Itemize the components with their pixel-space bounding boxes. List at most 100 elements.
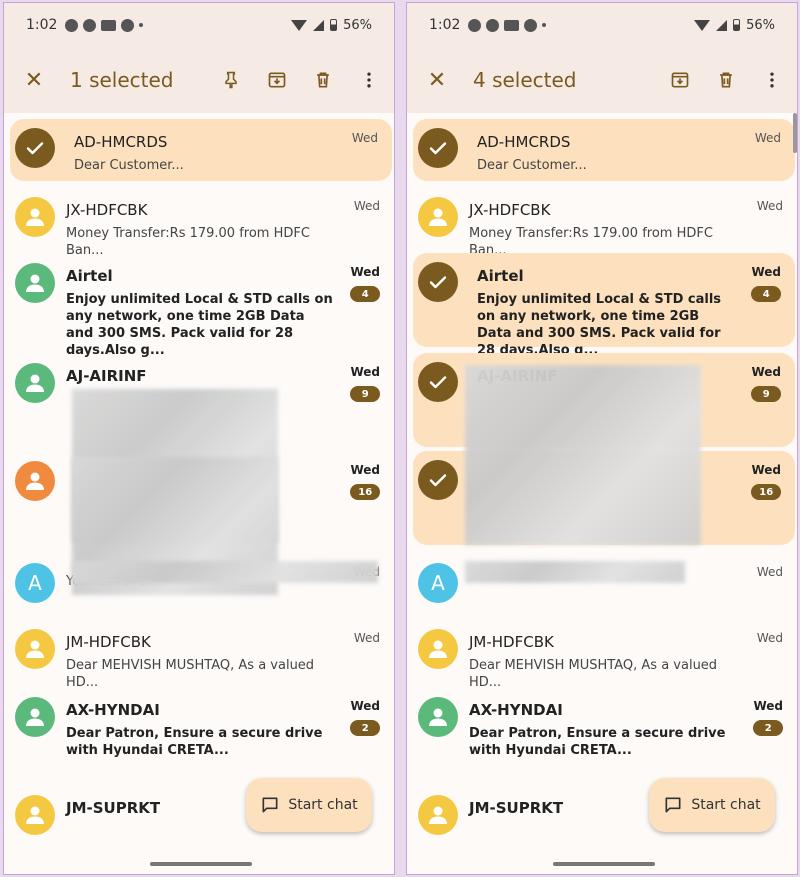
- conversation-row[interactable]: AX-HYNDAI Dear Patron, Ensure a secure dr…: [4, 687, 394, 781]
- message-date: Wed: [351, 131, 378, 145]
- conversation-row[interactable]: JX-HDFCBK Money Transfer:Rs 179.00 from H…: [4, 187, 394, 258]
- message-preview: Dear Customer...: [477, 158, 587, 173]
- contact-avatar-icon[interactable]: [418, 795, 458, 835]
- conversation-meta: Wed 9: [350, 365, 380, 402]
- start-chat-label: Start chat: [691, 797, 761, 813]
- conversation-content: JM-HDFCBK Dear MEHVISH MUSHTAQ, As a valu…: [66, 619, 394, 690]
- youtube-icon: [524, 18, 538, 32]
- contact-avatar-icon[interactable]: [15, 629, 55, 669]
- delete-icon[interactable]: [715, 69, 737, 91]
- conversation-meta: Wed 4: [350, 265, 380, 302]
- conversation-content: AX-HYNDAI Dear Patron, Ensure a secure dr…: [469, 687, 797, 781]
- gesture-navigation-bar[interactable]: [553, 862, 655, 866]
- sender-name: JX-HDFCBK: [469, 201, 551, 219]
- conversation-content: JX-HDFCBK Money Transfer:Rs 179.00 from H…: [66, 187, 394, 258]
- scrollbar[interactable]: [793, 113, 797, 153]
- unread-count-badge: 9: [751, 386, 781, 402]
- unread-count-badge: 2: [753, 720, 783, 736]
- archive-icon[interactable]: [266, 69, 288, 91]
- pin-icon[interactable]: [220, 69, 242, 91]
- conversation-meta: Wed: [354, 199, 380, 213]
- contact-avatar[interactable]: A: [418, 563, 458, 603]
- message-preview: Enjoy unlimited Local & STD calls on any…: [66, 292, 333, 358]
- conversation-meta: Wed 9: [751, 365, 781, 402]
- gesture-navigation-bar[interactable]: [150, 862, 252, 866]
- battery-icon: [330, 19, 338, 31]
- conversation-meta: Wed: [755, 131, 781, 145]
- paytm-icon: [101, 19, 117, 31]
- message-date: Wed: [751, 463, 781, 477]
- selection-app-bar: ✕ 4 selected: [407, 47, 797, 113]
- sender-name: AX-HYNDAI: [66, 701, 160, 719]
- message-preview: Enjoy unlimited Local & STD calls on any…: [477, 292, 722, 358]
- right-phone-screen: 1:02 56% ✕ 4 selected AD-HMCRDS Dear Cus…: [406, 2, 798, 875]
- conversation-row[interactable]: AX-HYNDAI Dear Patron, Ensure a secure dr…: [407, 687, 797, 781]
- telegram-icon: [83, 18, 97, 32]
- battery-percent: 56%: [746, 17, 775, 33]
- conversation-meta: Wed 4: [751, 265, 781, 302]
- conversation-row[interactable]: AD-HMCRDS Dear Customer... Wed: [413, 119, 795, 181]
- archive-icon[interactable]: [669, 69, 691, 91]
- selected-check-icon[interactable]: [418, 362, 458, 402]
- unread-count-badge: 16: [350, 484, 380, 500]
- delete-icon[interactable]: [312, 69, 334, 91]
- contact-avatar-icon[interactable]: [418, 697, 458, 737]
- contact-avatar-icon[interactable]: [418, 197, 458, 237]
- message-date: Wed: [353, 631, 380, 645]
- conversation-row[interactable]: Airtel Enjoy unlimited Local & STD calls …: [413, 253, 795, 358]
- contact-avatar-icon[interactable]: [15, 461, 55, 501]
- contact-avatar-icon[interactable]: [15, 795, 55, 835]
- start-chat-label: Start chat: [288, 797, 358, 813]
- wifi-icon: [694, 19, 711, 31]
- privacy-blur: [465, 365, 701, 545]
- more-options-icon[interactable]: [761, 69, 783, 91]
- selected-check-icon[interactable]: [15, 128, 55, 168]
- contact-avatar-icon[interactable]: [15, 697, 55, 737]
- conversation-row[interactable]: JM-HDFCBK Dear MEHVISH MUSHTAQ, As a valu…: [407, 619, 797, 690]
- sender-name: JX-HDFCBK: [66, 201, 148, 219]
- privacy-blur: [465, 561, 685, 583]
- conversation-row[interactable]: Airtel Enjoy unlimited Local & STD calls …: [4, 253, 394, 358]
- contact-avatar-icon[interactable]: [418, 629, 458, 669]
- unread-count-badge: 4: [350, 286, 380, 302]
- close-icon[interactable]: ✕: [421, 68, 453, 93]
- start-chat-button[interactable]: Start chat: [246, 778, 372, 832]
- message-preview: Dear Customer...: [74, 158, 184, 173]
- battery-icon: [733, 19, 741, 31]
- status-bar: 1:02 56%: [407, 3, 797, 47]
- conversation-content: AD-HMCRDS Dear Customer...: [72, 119, 392, 181]
- sender-name: Airtel: [66, 267, 113, 285]
- contact-avatar-icon[interactable]: [15, 263, 55, 303]
- contact-avatar-icon[interactable]: [15, 197, 55, 237]
- start-chat-button[interactable]: Start chat: [649, 778, 775, 832]
- privacy-blur: [72, 561, 378, 583]
- unread-count-badge: 2: [350, 720, 380, 736]
- avatar-letter: A: [28, 571, 42, 595]
- message-date: Wed: [350, 463, 380, 477]
- conversation-list: AD-HMCRDS Dear Customer... Wed JX-HDFCBK Mon…: [407, 113, 797, 874]
- message-date: Wed: [754, 131, 781, 145]
- avatar-letter: A: [431, 571, 445, 595]
- status-time: 1:02: [26, 17, 58, 33]
- conversation-meta: Wed: [354, 631, 380, 645]
- more-options-icon[interactable]: [358, 69, 380, 91]
- selected-check-icon[interactable]: [418, 128, 458, 168]
- conversation-meta: Wed 2: [350, 699, 380, 736]
- conversation-meta: Wed 16: [350, 463, 380, 500]
- sender-name: JM-HDFCBK: [66, 633, 151, 651]
- conversation-meta: Wed: [757, 565, 783, 579]
- contact-avatar-icon[interactable]: [15, 363, 55, 403]
- conversation-row[interactable]: JM-HDFCBK Dear MEHVISH MUSHTAQ, As a valu…: [4, 619, 394, 690]
- conversation-row[interactable]: AD-HMCRDS Dear Customer... Wed: [10, 119, 392, 181]
- selection-count-title: 1 selected: [70, 68, 174, 92]
- unread-count-badge: 9: [350, 386, 380, 402]
- conversation-row[interactable]: JX-HDFCBK Money Transfer:Rs 179.00 from H…: [407, 187, 797, 258]
- whatsapp-icon: [65, 18, 79, 32]
- message-date: Wed: [753, 699, 783, 713]
- close-icon[interactable]: ✕: [18, 68, 50, 93]
- conversation-meta: Wed 2: [753, 699, 783, 736]
- contact-avatar[interactable]: A: [15, 563, 55, 603]
- selected-check-icon[interactable]: [418, 460, 458, 500]
- message-date: Wed: [350, 699, 380, 713]
- selected-check-icon[interactable]: [418, 262, 458, 302]
